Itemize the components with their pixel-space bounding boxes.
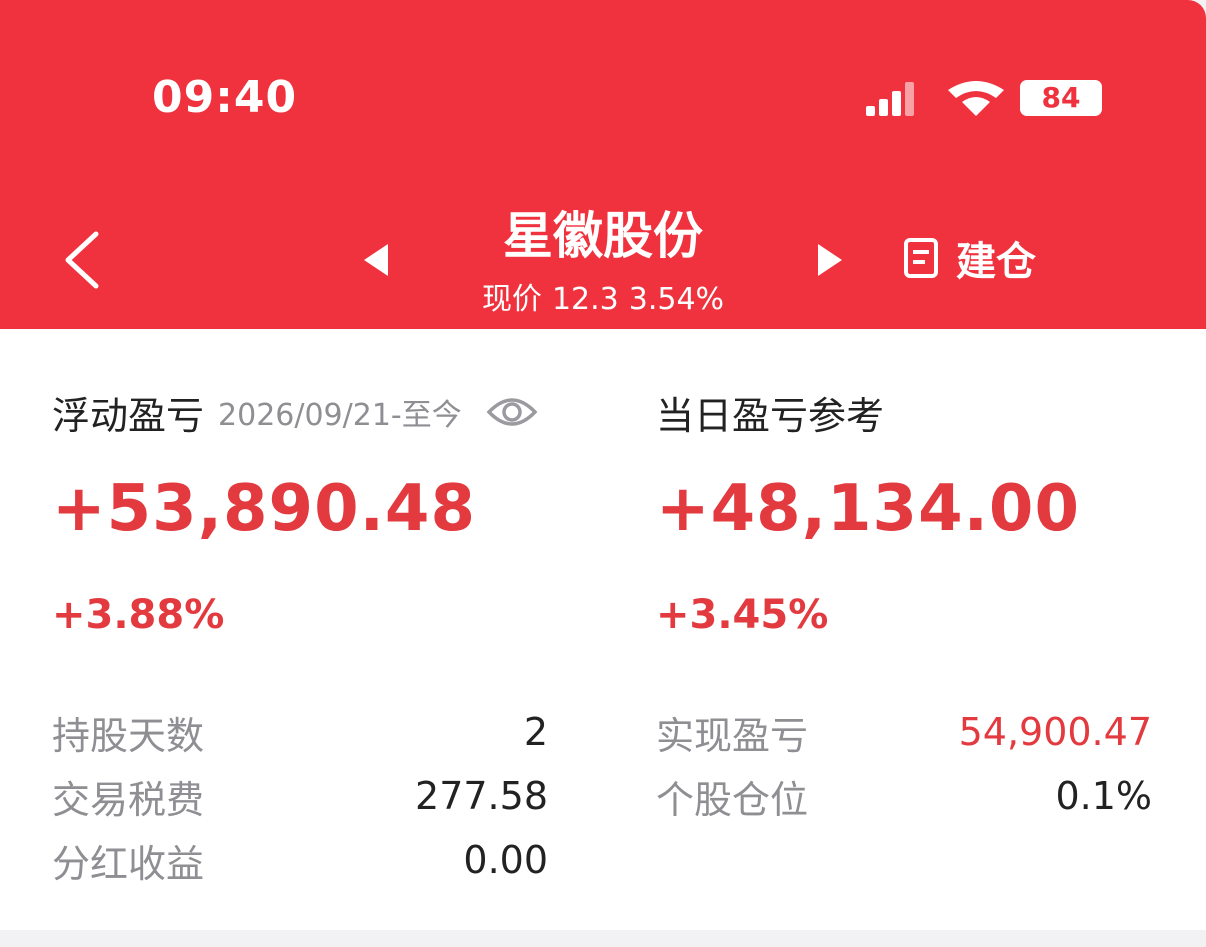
build-position-label: 建仓 bbox=[956, 239, 1036, 285]
battery-icon: 84 bbox=[1020, 80, 1102, 116]
daily-pl-amount: +48,134.00 bbox=[656, 472, 1080, 546]
price-change: 3.54% bbox=[628, 282, 725, 317]
floating-pl-section: 浮动盈亏 2026/09/21-至今 +53,890.48 +3.88% 持股天… bbox=[52, 380, 612, 886]
document-icon bbox=[904, 238, 938, 278]
prev-stock-button[interactable] bbox=[358, 238, 398, 282]
detail-label: 个股仓位 bbox=[656, 777, 809, 822]
build-position-button[interactable]: 建仓 bbox=[902, 228, 1172, 288]
detail-label: 实现盈亏 bbox=[656, 713, 809, 758]
back-button[interactable] bbox=[56, 222, 112, 298]
list-item: 交易税费 277.58 bbox=[52, 764, 548, 828]
daily-pl-details: 实现盈亏 54,900.47 个股仓位 0.1% bbox=[656, 700, 1152, 828]
daily-pl-title: 当日盈亏参考 bbox=[656, 393, 885, 438]
floating-pl-details: 持股天数 2 交易税费 277.58 分红收益 0.00 bbox=[52, 700, 548, 892]
list-item: 实现盈亏 54,900.47 bbox=[656, 700, 1152, 764]
detail-label: 交易税费 bbox=[52, 777, 205, 822]
detail-value: 2 bbox=[523, 710, 548, 754]
floating-pl-amount: +53,890.48 bbox=[52, 472, 476, 546]
price-label: 现价 bbox=[481, 282, 542, 317]
floating-pl-percent: +3.88% bbox=[52, 592, 225, 638]
header-bar: 09:40 84 星徽股份 现价 12.3 3.54% 建仓 bbox=[0, 0, 1206, 329]
app-screen: 09:40 84 星徽股份 现价 12.3 3.54% 建仓 浮动盈亏 2026… bbox=[0, 0, 1206, 930]
eye-icon[interactable] bbox=[486, 394, 538, 430]
price-value: 12.3 bbox=[551, 282, 619, 317]
floating-pl-title: 浮动盈亏 bbox=[52, 393, 205, 438]
next-stock-button[interactable] bbox=[808, 238, 848, 282]
detail-label: 分红收益 bbox=[52, 841, 205, 886]
floating-pl-header: 浮动盈亏 2026/09/21-至今 bbox=[52, 380, 612, 444]
daily-pl-section: 当日盈亏参考 +48,134.00 +3.45% 实现盈亏 54,900.47 … bbox=[656, 380, 1156, 822]
stock-price-line: 现价 12.3 3.54% bbox=[420, 274, 786, 318]
wifi-icon bbox=[948, 81, 1004, 116]
status-time: 09:40 bbox=[152, 72, 298, 123]
list-item: 个股仓位 0.1% bbox=[656, 764, 1152, 828]
stock-name: 星徽股份 bbox=[503, 207, 703, 265]
daily-pl-header: 当日盈亏参考 bbox=[656, 380, 1156, 444]
detail-label: 持股天数 bbox=[52, 713, 205, 758]
list-item: 分红收益 0.00 bbox=[52, 828, 548, 892]
detail-value: 0.1% bbox=[1055, 774, 1152, 818]
detail-value: 0.00 bbox=[463, 838, 548, 882]
signal-icon bbox=[866, 82, 926, 116]
date-range: 2026/09/21-至今 bbox=[218, 398, 462, 433]
detail-value: 277.58 bbox=[415, 774, 548, 818]
detail-value: 54,900.47 bbox=[958, 710, 1152, 754]
daily-pl-percent: +3.45% bbox=[656, 592, 829, 638]
list-item: 持股天数 2 bbox=[52, 700, 548, 764]
